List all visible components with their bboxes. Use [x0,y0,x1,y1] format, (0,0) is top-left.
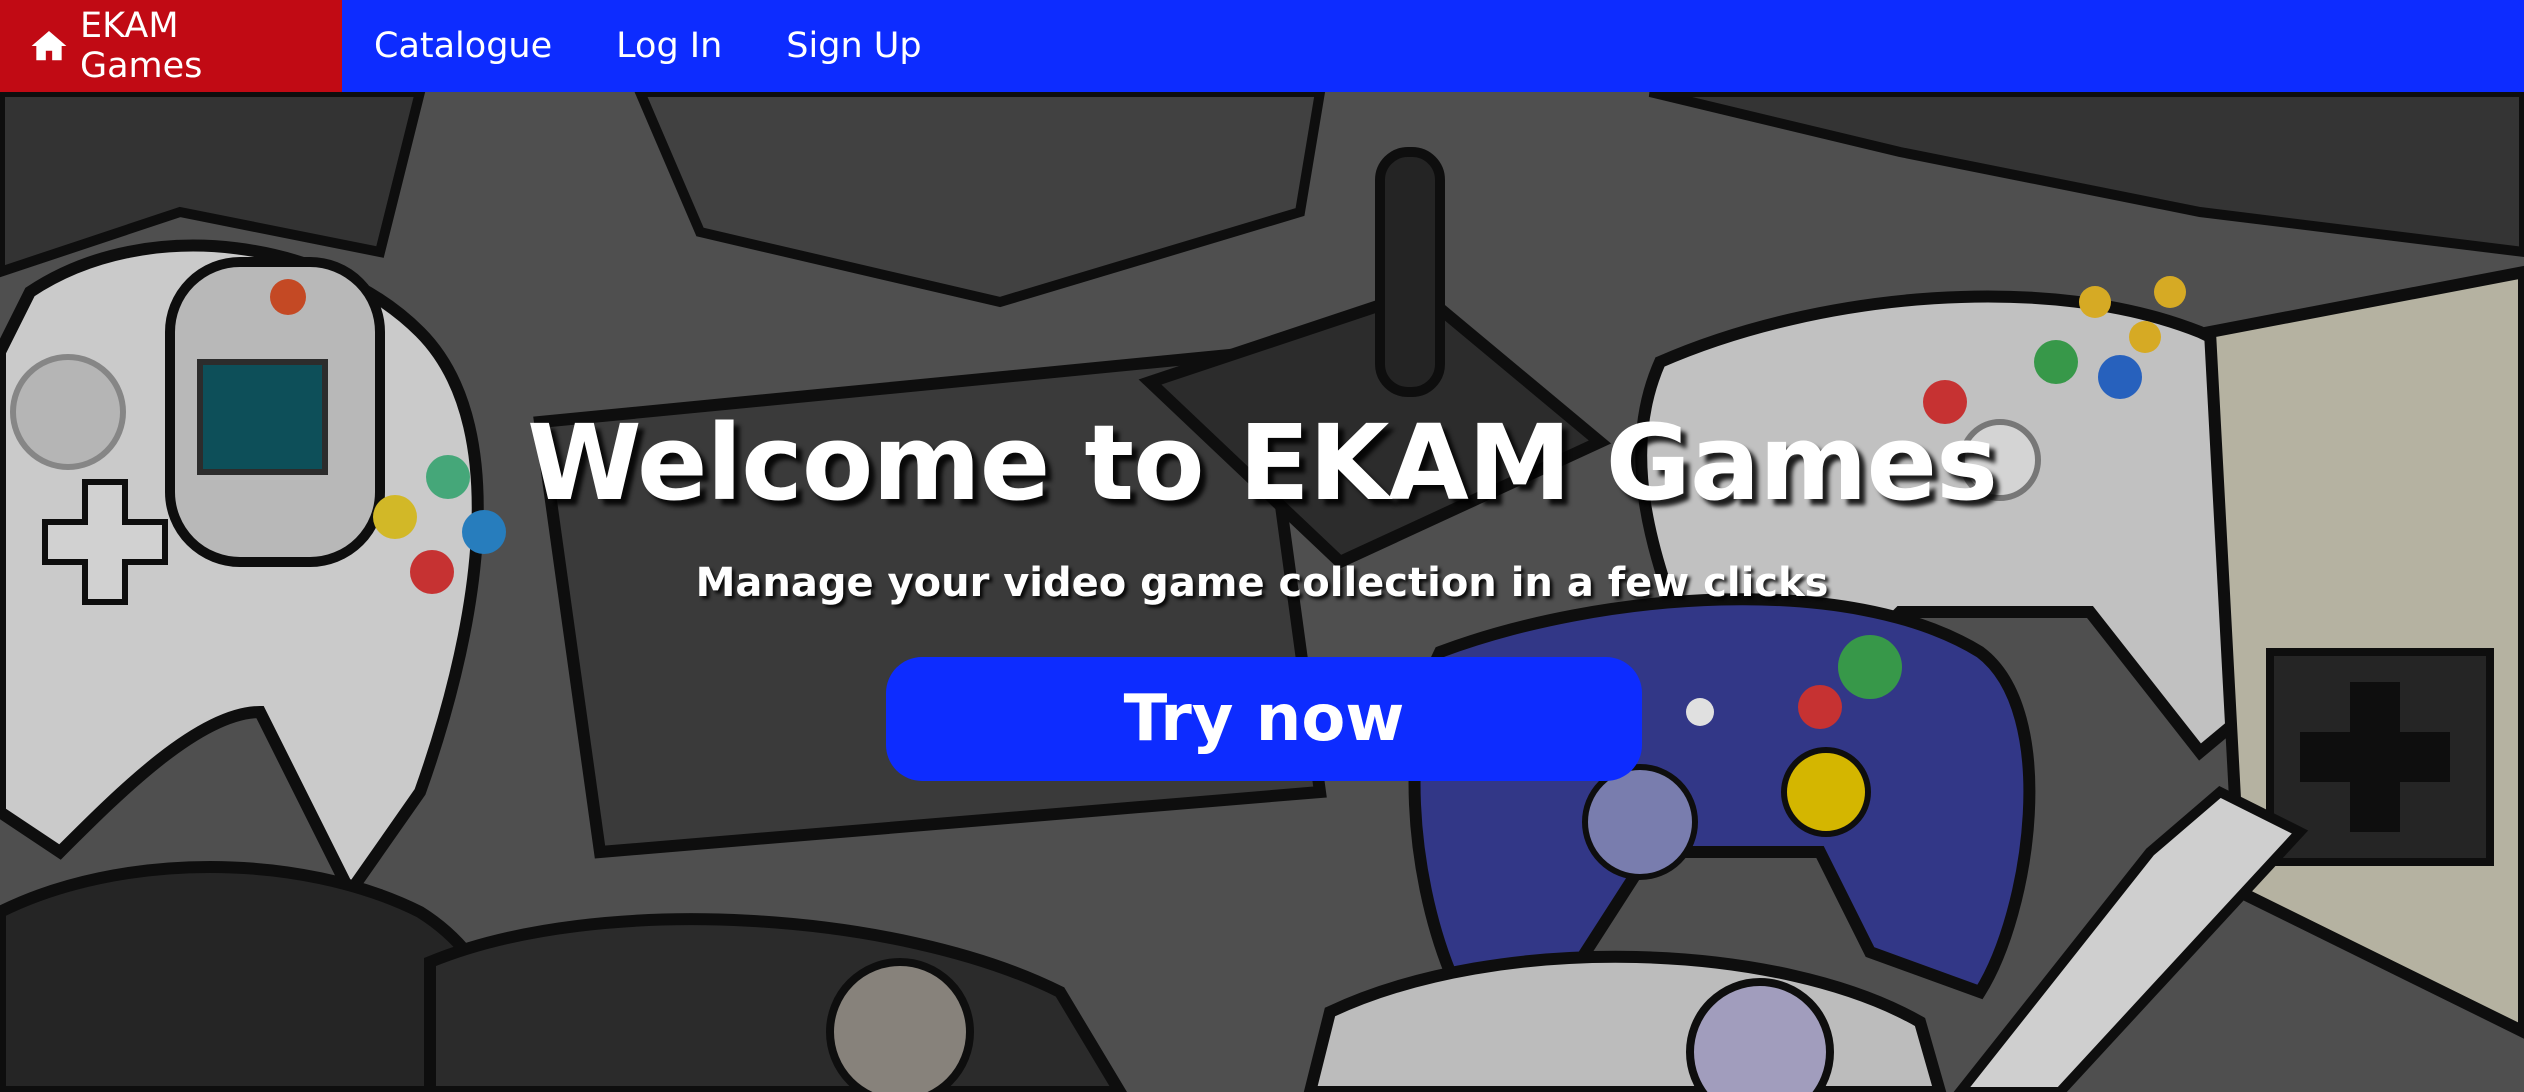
home-icon [31,30,67,61]
nav-catalogue-link[interactable]: Catalogue [342,0,584,92]
hero-title: Welcome to EKAM Games [527,402,1998,524]
nav-signup-link[interactable]: Sign Up [754,0,953,92]
top-navbar: EKAM Games Catalogue Log In Sign Up [0,0,2524,92]
try-now-button[interactable]: Try now [886,657,1642,781]
brand-label: EKAM Games [79,6,203,86]
hero-section: Welcome to EKAM Games Manage your video … [0,92,2524,1092]
nav-login-link[interactable]: Log In [584,0,754,92]
brand-home-link[interactable]: EKAM Games [0,0,342,92]
hero-subtitle: Manage your video game collection in a f… [695,560,1829,606]
